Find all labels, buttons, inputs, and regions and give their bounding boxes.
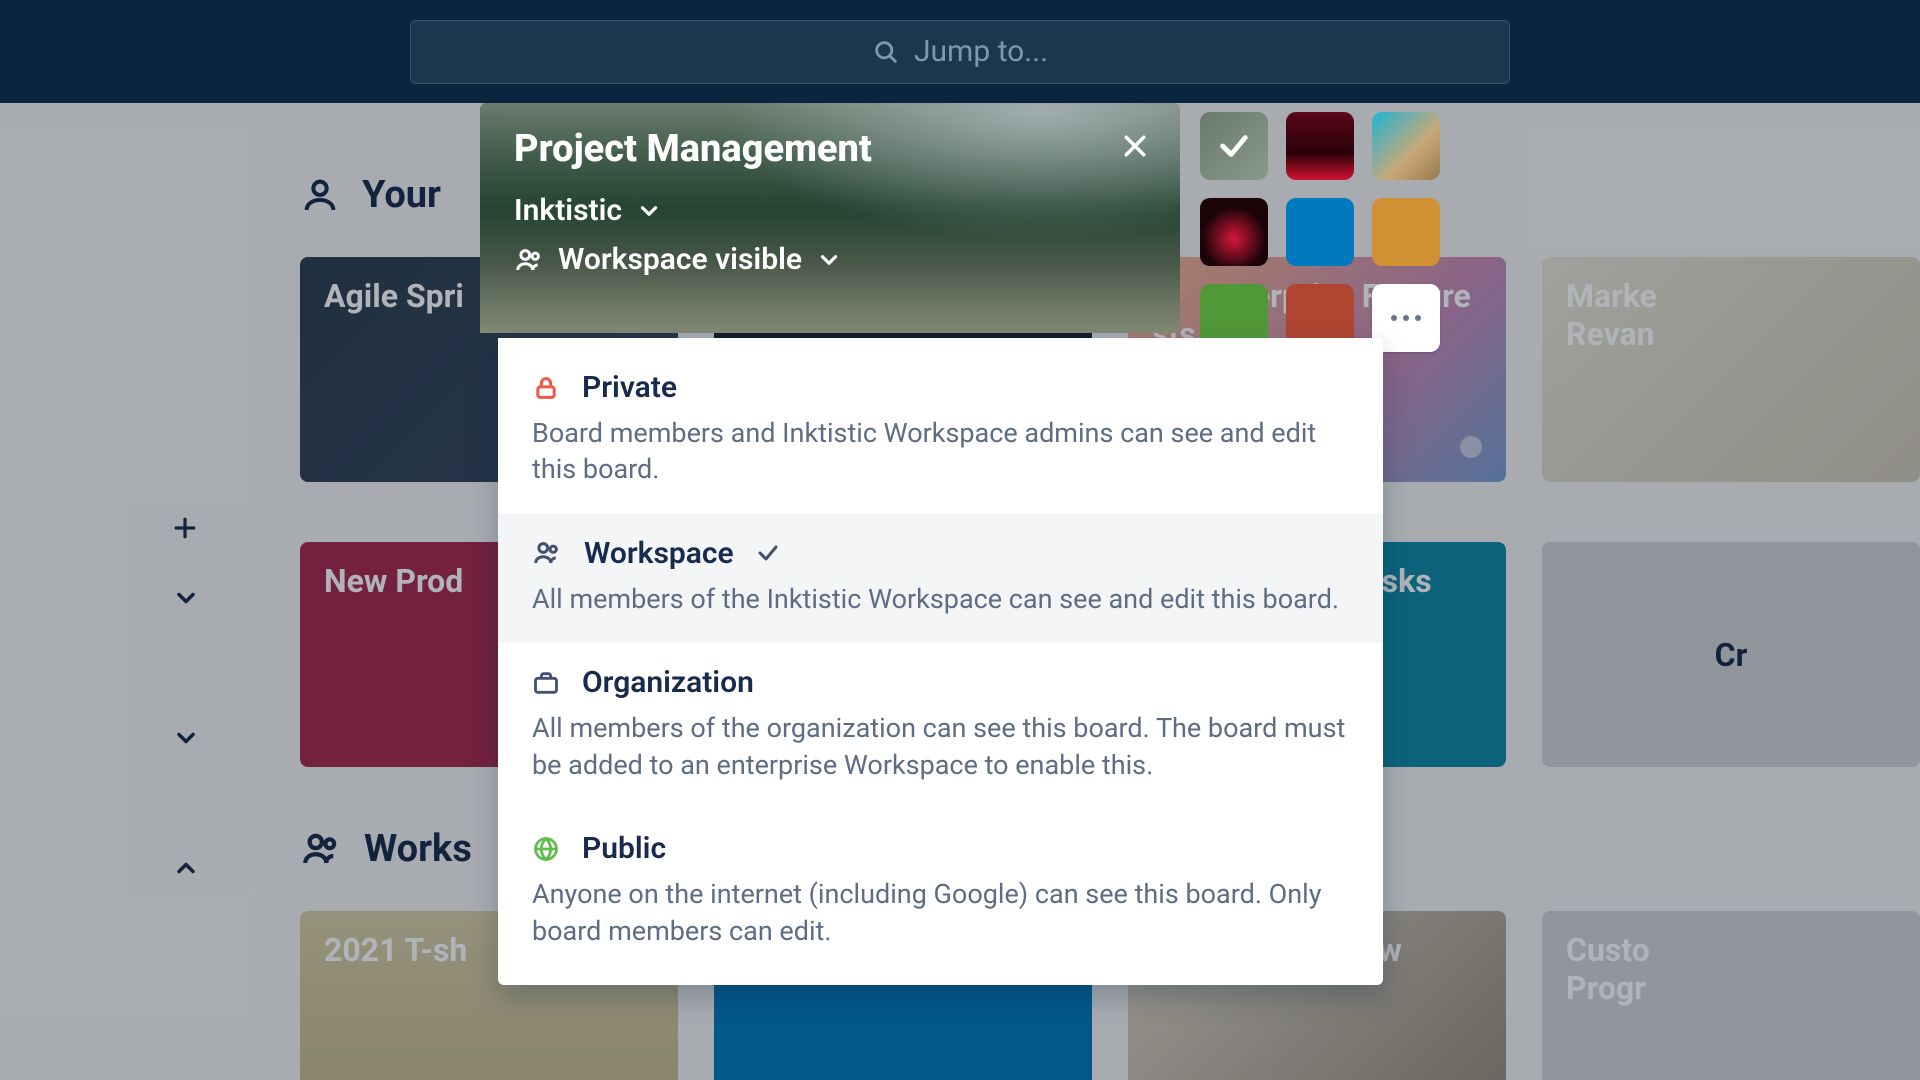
board-title-input[interactable]: Project Management	[514, 127, 1146, 171]
check-icon	[1217, 129, 1251, 163]
globe-icon	[532, 835, 560, 863]
visibility-selector[interactable]: Workspace visible	[514, 242, 1146, 277]
option-label: Public	[582, 831, 666, 866]
close-button[interactable]	[1120, 131, 1150, 161]
visibility-option-workspace[interactable]: Workspace All members of the Inktistic W…	[498, 514, 1383, 643]
bg-swatch[interactable]	[1286, 198, 1354, 266]
option-label: Organization	[582, 665, 754, 700]
bg-swatch[interactable]	[1286, 112, 1354, 180]
option-desc: Anyone on the internet (including Google…	[532, 876, 1349, 949]
visibility-option-public[interactable]: Public Anyone on the internet (including…	[498, 809, 1383, 975]
bg-swatch[interactable]	[1200, 112, 1268, 180]
option-desc: All members of the organization can see …	[532, 710, 1349, 783]
bg-swatch[interactable]	[1372, 112, 1440, 180]
briefcase-icon	[532, 669, 560, 697]
option-label: Private	[582, 370, 677, 405]
visibility-option-private[interactable]: Private Board members and Inktistic Work…	[498, 348, 1383, 514]
chevron-down-icon	[816, 247, 842, 273]
background-picker	[1200, 112, 1440, 352]
lock-icon	[532, 374, 560, 402]
app-header: Jump to...	[0, 0, 1920, 103]
workspace-name: Inktistic	[514, 193, 622, 228]
visibility-option-organization[interactable]: Organization All members of the organiza…	[498, 643, 1383, 809]
people-icon	[514, 245, 544, 275]
bg-swatch[interactable]	[1372, 198, 1440, 266]
search-placeholder: Jump to...	[914, 34, 1048, 69]
visibility-label: Workspace visible	[558, 242, 802, 277]
option-label: Workspace	[584, 536, 734, 571]
chevron-down-icon	[636, 198, 662, 224]
people-icon	[532, 538, 562, 568]
check-icon	[756, 541, 780, 565]
bg-swatch[interactable]	[1200, 198, 1268, 266]
option-desc: Board members and Inktistic Workspace ad…	[532, 415, 1349, 488]
create-board-modal: Project Management Inktistic Workspace v…	[480, 103, 1180, 333]
option-desc: All members of the Inktistic Workspace c…	[532, 581, 1349, 617]
search-icon	[872, 38, 900, 66]
workspace-selector[interactable]: Inktistic	[514, 193, 1146, 228]
visibility-popover: Private Board members and Inktistic Work…	[498, 338, 1383, 985]
ellipsis-icon	[1390, 314, 1422, 322]
board-preview: Project Management Inktistic Workspace v…	[480, 103, 1180, 333]
search-input[interactable]: Jump to...	[410, 20, 1510, 84]
